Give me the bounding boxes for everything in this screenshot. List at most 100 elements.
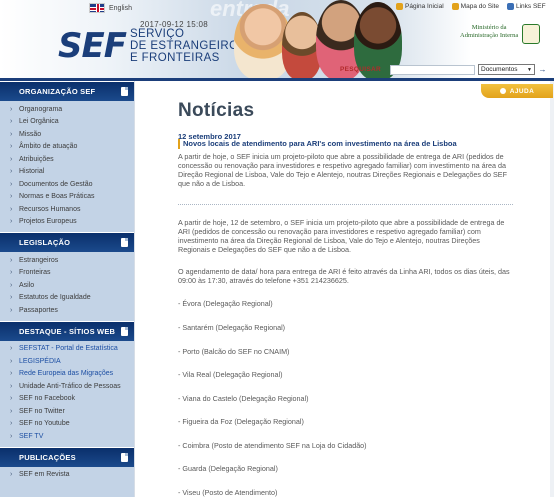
- sidebar-item-label: Lei Orgânica: [19, 118, 59, 126]
- sidebar-item-recursos-humanos[interactable]: › Recursos Humanos: [0, 203, 134, 216]
- section-list-destaque: › SEFSTAT - Portal de Estatística › LEGISP…: [0, 341, 134, 447]
- sidebar-item-label: Estrangeiros: [19, 256, 59, 264]
- page-title: Notícias: [178, 100, 255, 121]
- sidebar-item-twitter[interactable]: › SEF no Twitter: [0, 405, 134, 418]
- chevron-right-icon: ›: [10, 118, 13, 126]
- location-item: - Coimbra (Posto de atendimento SEF na L…: [178, 441, 367, 450]
- section-title: ORGANIZAÇÃO SEF: [19, 87, 96, 96]
- sidebar-item-rede-europeia[interactable]: › Rede Europeia das Migrações: [0, 368, 134, 381]
- help-button[interactable]: AJUDA: [481, 84, 553, 98]
- sidebar-item-asilo[interactable]: › Asilo: [0, 279, 134, 292]
- language-switch[interactable]: English: [89, 3, 132, 13]
- main-content: Notícias 12 setembro 2017 Novos locais d…: [134, 81, 554, 497]
- search-scope-select[interactable]: Documentos ▼: [478, 64, 535, 75]
- section-header-organizacao[interactable]: ORGANIZAÇÃO SEF: [0, 81, 134, 101]
- org-name-line3: E FRONTEIRAS: [129, 52, 220, 64]
- sitemap-icon: [451, 3, 459, 10]
- sidebar-item-missao[interactable]: › Missão: [0, 128, 134, 141]
- chevron-right-icon: ›: [10, 105, 13, 113]
- sidebar-item-sefstat[interactable]: › SEFSTAT - Portal de Estatística: [0, 343, 134, 356]
- sidebar-item-fronteiras[interactable]: › Fronteiras: [0, 267, 134, 280]
- home-icon: [396, 3, 403, 10]
- search-bar: PESQUISAR Documentos ▼ →: [340, 64, 548, 75]
- news-headline[interactable]: Novos locais de atendimento para ARI's c…: [178, 139, 457, 149]
- help-icon: [499, 88, 506, 94]
- location-item: - Viseu (Posto de Atendimento): [178, 488, 278, 497]
- search-input[interactable]: [390, 64, 475, 75]
- document-icon: [121, 326, 128, 336]
- ministry-line1: Ministério da: [471, 24, 507, 31]
- chevron-right-icon: ›: [10, 306, 13, 314]
- sidebar-item-anti-trafico[interactable]: › Unidade Anti-Tráfico de Pessoas: [0, 380, 134, 393]
- page-scrollbar[interactable]: [550, 81, 554, 497]
- sidebar-item-estrangeiros[interactable]: › Estrangeiros: [0, 254, 134, 267]
- sidebar-item-facebook[interactable]: › SEF no Facebook: [0, 393, 134, 406]
- top-links: Página Inicial Mapa do Site Links SEF: [396, 3, 546, 10]
- home-link-label[interactable]: Página Inicial: [405, 3, 444, 10]
- sidebar-item-ambito[interactable]: › Âmbito de atuação: [0, 141, 134, 154]
- sidebar-item-documentos-gestao[interactable]: › Documentos de Gestão: [0, 178, 134, 191]
- chevron-right-icon: ›: [10, 382, 13, 390]
- help-label: AJUDA: [509, 87, 535, 95]
- sitemap-link[interactable]: Mapa do Site: [451, 3, 499, 10]
- sidebar-item-label: Passaportes: [19, 306, 58, 314]
- sidebar-item-label: Âmbito de atuação: [19, 143, 78, 151]
- news-body-paragraph: A partir de hoje, 12 de setembro, o SEF …: [178, 218, 505, 254]
- home-link[interactable]: Página Inicial: [396, 3, 444, 10]
- section-header-publicacoes[interactable]: PUBLICAÇÕES: [0, 446, 134, 467]
- links-sef-link[interactable]: Links SEF: [506, 3, 546, 10]
- sidebar-item-label: SEF no Facebook: [19, 395, 76, 403]
- document-icon: [121, 452, 128, 462]
- org-name: SERVIÇO DE ESTRANGEIROS E FRONTEIRAS: [130, 28, 247, 64]
- sidebar-item-sef-em-revista[interactable]: › SEF em Revista: [0, 469, 134, 482]
- sidebar-item-label: Asilo: [19, 281, 35, 289]
- section-header-destaque[interactable]: DESTAQUE - SÍTIOS WEB: [0, 320, 134, 341]
- sidebar-item-projetos-europeus[interactable]: › Projetos Europeus: [0, 216, 134, 229]
- sef-logo[interactable]: SEF SERVIÇO DE ESTRANGEIROS E FRONTEIRAS: [58, 28, 247, 64]
- sidebar-item-label: Fronteiras: [19, 269, 51, 277]
- news-summary: A partir de hoje, o SEF inicia um projet…: [178, 152, 507, 188]
- chevron-right-icon: ›: [10, 345, 13, 353]
- sidebar-item-normas[interactable]: › Normas e Boas Práticas: [0, 191, 134, 204]
- chevron-right-icon: ›: [10, 370, 13, 378]
- location-item: - Vila Real (Delegação Regional): [178, 370, 283, 379]
- sidebar-item-organograma[interactable]: › Organograma: [0, 103, 134, 116]
- sidebar-item-sef-tv[interactable]: › SEF TV: [0, 430, 134, 443]
- arrow-right-icon: →: [538, 65, 547, 74]
- sidebar-item-lei-organica[interactable]: › Lei Orgânica: [0, 116, 134, 129]
- sidebar-item-passaportes[interactable]: › Passaportes: [0, 304, 134, 317]
- section-title: DESTAQUE - SÍTIOS WEB: [19, 326, 116, 336]
- sidebar-item-label: Historial: [19, 168, 45, 176]
- document-icon: [121, 87, 128, 96]
- sitemap-link-label[interactable]: Mapa do Site: [461, 3, 499, 10]
- search-label: PESQUISAR: [340, 66, 381, 73]
- uk-flag-icon: [89, 3, 105, 13]
- section-header-legislacao[interactable]: LEGISLAÇÃO: [0, 232, 134, 252]
- sidebar-item-historial[interactable]: › Historial: [0, 166, 134, 179]
- links-sef-label[interactable]: Links SEF: [516, 3, 546, 10]
- location-item: - Porto (Balcão do SEF no CNAIM): [178, 347, 290, 356]
- chevron-right-icon: ›: [10, 256, 13, 264]
- sidebar-item-label: SEF TV: [19, 432, 44, 440]
- ministry-badge[interactable]: Ministério da Administração Interna: [460, 24, 552, 44]
- sidebar-item-label: Missão: [19, 130, 42, 138]
- chevron-right-icon: ›: [10, 180, 13, 188]
- search-go-button[interactable]: →: [537, 64, 548, 75]
- language-label[interactable]: English: [109, 5, 132, 12]
- sidebar-item-label: SEF em Revista: [19, 471, 70, 479]
- chevron-down-icon: ▼: [527, 66, 532, 73]
- sidebar-item-estatutos-igualdade[interactable]: › Estatutos de Igualdade: [0, 292, 134, 305]
- sidebar-item-label: SEFSTAT - Portal de Estatística: [19, 345, 118, 353]
- location-item: - Évora (Delegação Regional): [178, 299, 273, 308]
- news-body-paragraph: O agendamento de data/ hora para entrega…: [178, 267, 510, 285]
- chevron-right-icon: ›: [10, 357, 13, 365]
- ministry-name: Ministério da Administração Interna: [460, 24, 518, 40]
- sidebar-item-label: Organograma: [19, 105, 63, 113]
- sidebar-item-legispedia[interactable]: › LEGISPÉDIA: [0, 355, 134, 368]
- coat-of-arms-icon: [522, 24, 541, 44]
- chevron-right-icon: ›: [10, 420, 13, 428]
- sidebar-item-label: Atribuições: [19, 155, 54, 163]
- sidebar-item-youtube[interactable]: › SEF no Youtube: [0, 418, 134, 431]
- chevron-right-icon: ›: [10, 143, 13, 151]
- sidebar-item-atribuicoes[interactable]: › Atribuições: [0, 153, 134, 166]
